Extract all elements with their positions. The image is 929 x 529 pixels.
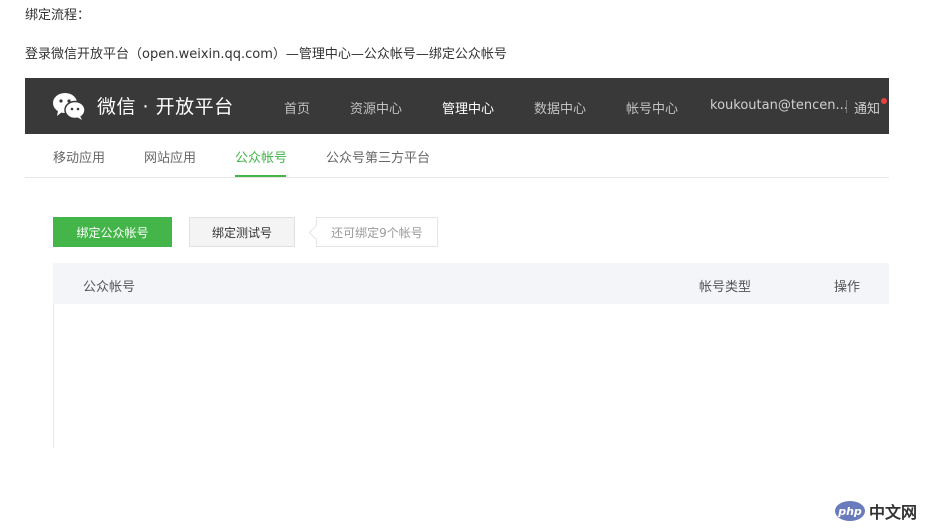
table-body-border [53, 304, 54, 448]
account-name[interactable]: koukoutan@tencen... [710, 98, 848, 113]
nav-item-account-center[interactable]: 帐号中心 [626, 98, 678, 117]
php-logo-icon: php [835, 501, 865, 521]
brand-title: 微信 · 开放平台 [97, 96, 234, 118]
nav-item-home[interactable]: 首页 [284, 98, 310, 117]
top-navbar: 微信 · 开放平台 首页 资源中心 管理中心 数据中心 帐号中心 koukout… [25, 78, 889, 134]
active-tab-indicator [235, 175, 286, 177]
wechat-logo-icon [53, 93, 86, 120]
tab-web-apps[interactable]: 网站应用 [144, 147, 196, 166]
column-header-actions: 操作 [834, 280, 861, 295]
nav-item-resources[interactable]: 资源中心 [350, 98, 402, 117]
tab-mobile-apps[interactable]: 移动应用 [53, 147, 105, 166]
tab-third-party-platform[interactable]: 公众号第三方平台 [326, 147, 430, 166]
bind-test-account-button[interactable]: 绑定测试号 [189, 217, 295, 247]
tab-public-accounts[interactable]: 公众帐号 [235, 147, 287, 166]
notice-dot-icon [881, 98, 887, 104]
intro-steps: 登录微信开放平台（open.weixin.qq.com）—管理中心—公众帐号—绑… [25, 47, 507, 62]
watermark: php 中文网 [835, 499, 917, 523]
nav-item-data[interactable]: 数据中心 [534, 98, 586, 117]
nav-divider [846, 100, 847, 113]
accounts-table: 公众帐号 帐号类型 操作 [53, 263, 889, 448]
notice-link[interactable]: 通知 [854, 98, 880, 117]
bind-public-account-button[interactable]: 绑定公众帐号 [53, 217, 172, 247]
remaining-accounts-hint: 还可绑定9个帐号 [316, 217, 438, 247]
table-header: 公众帐号 帐号类型 操作 [53, 263, 889, 304]
nav-item-management[interactable]: 管理中心 [442, 98, 494, 117]
intro-heading: 绑定流程： [25, 8, 91, 23]
column-header-account: 公众帐号 [83, 280, 136, 295]
column-header-type: 帐号类型 [699, 280, 752, 295]
sub-tabs: 移动应用 网站应用 公众帐号 公众号第三方平台 [25, 134, 889, 178]
watermark-text: 中文网 [869, 503, 918, 522]
